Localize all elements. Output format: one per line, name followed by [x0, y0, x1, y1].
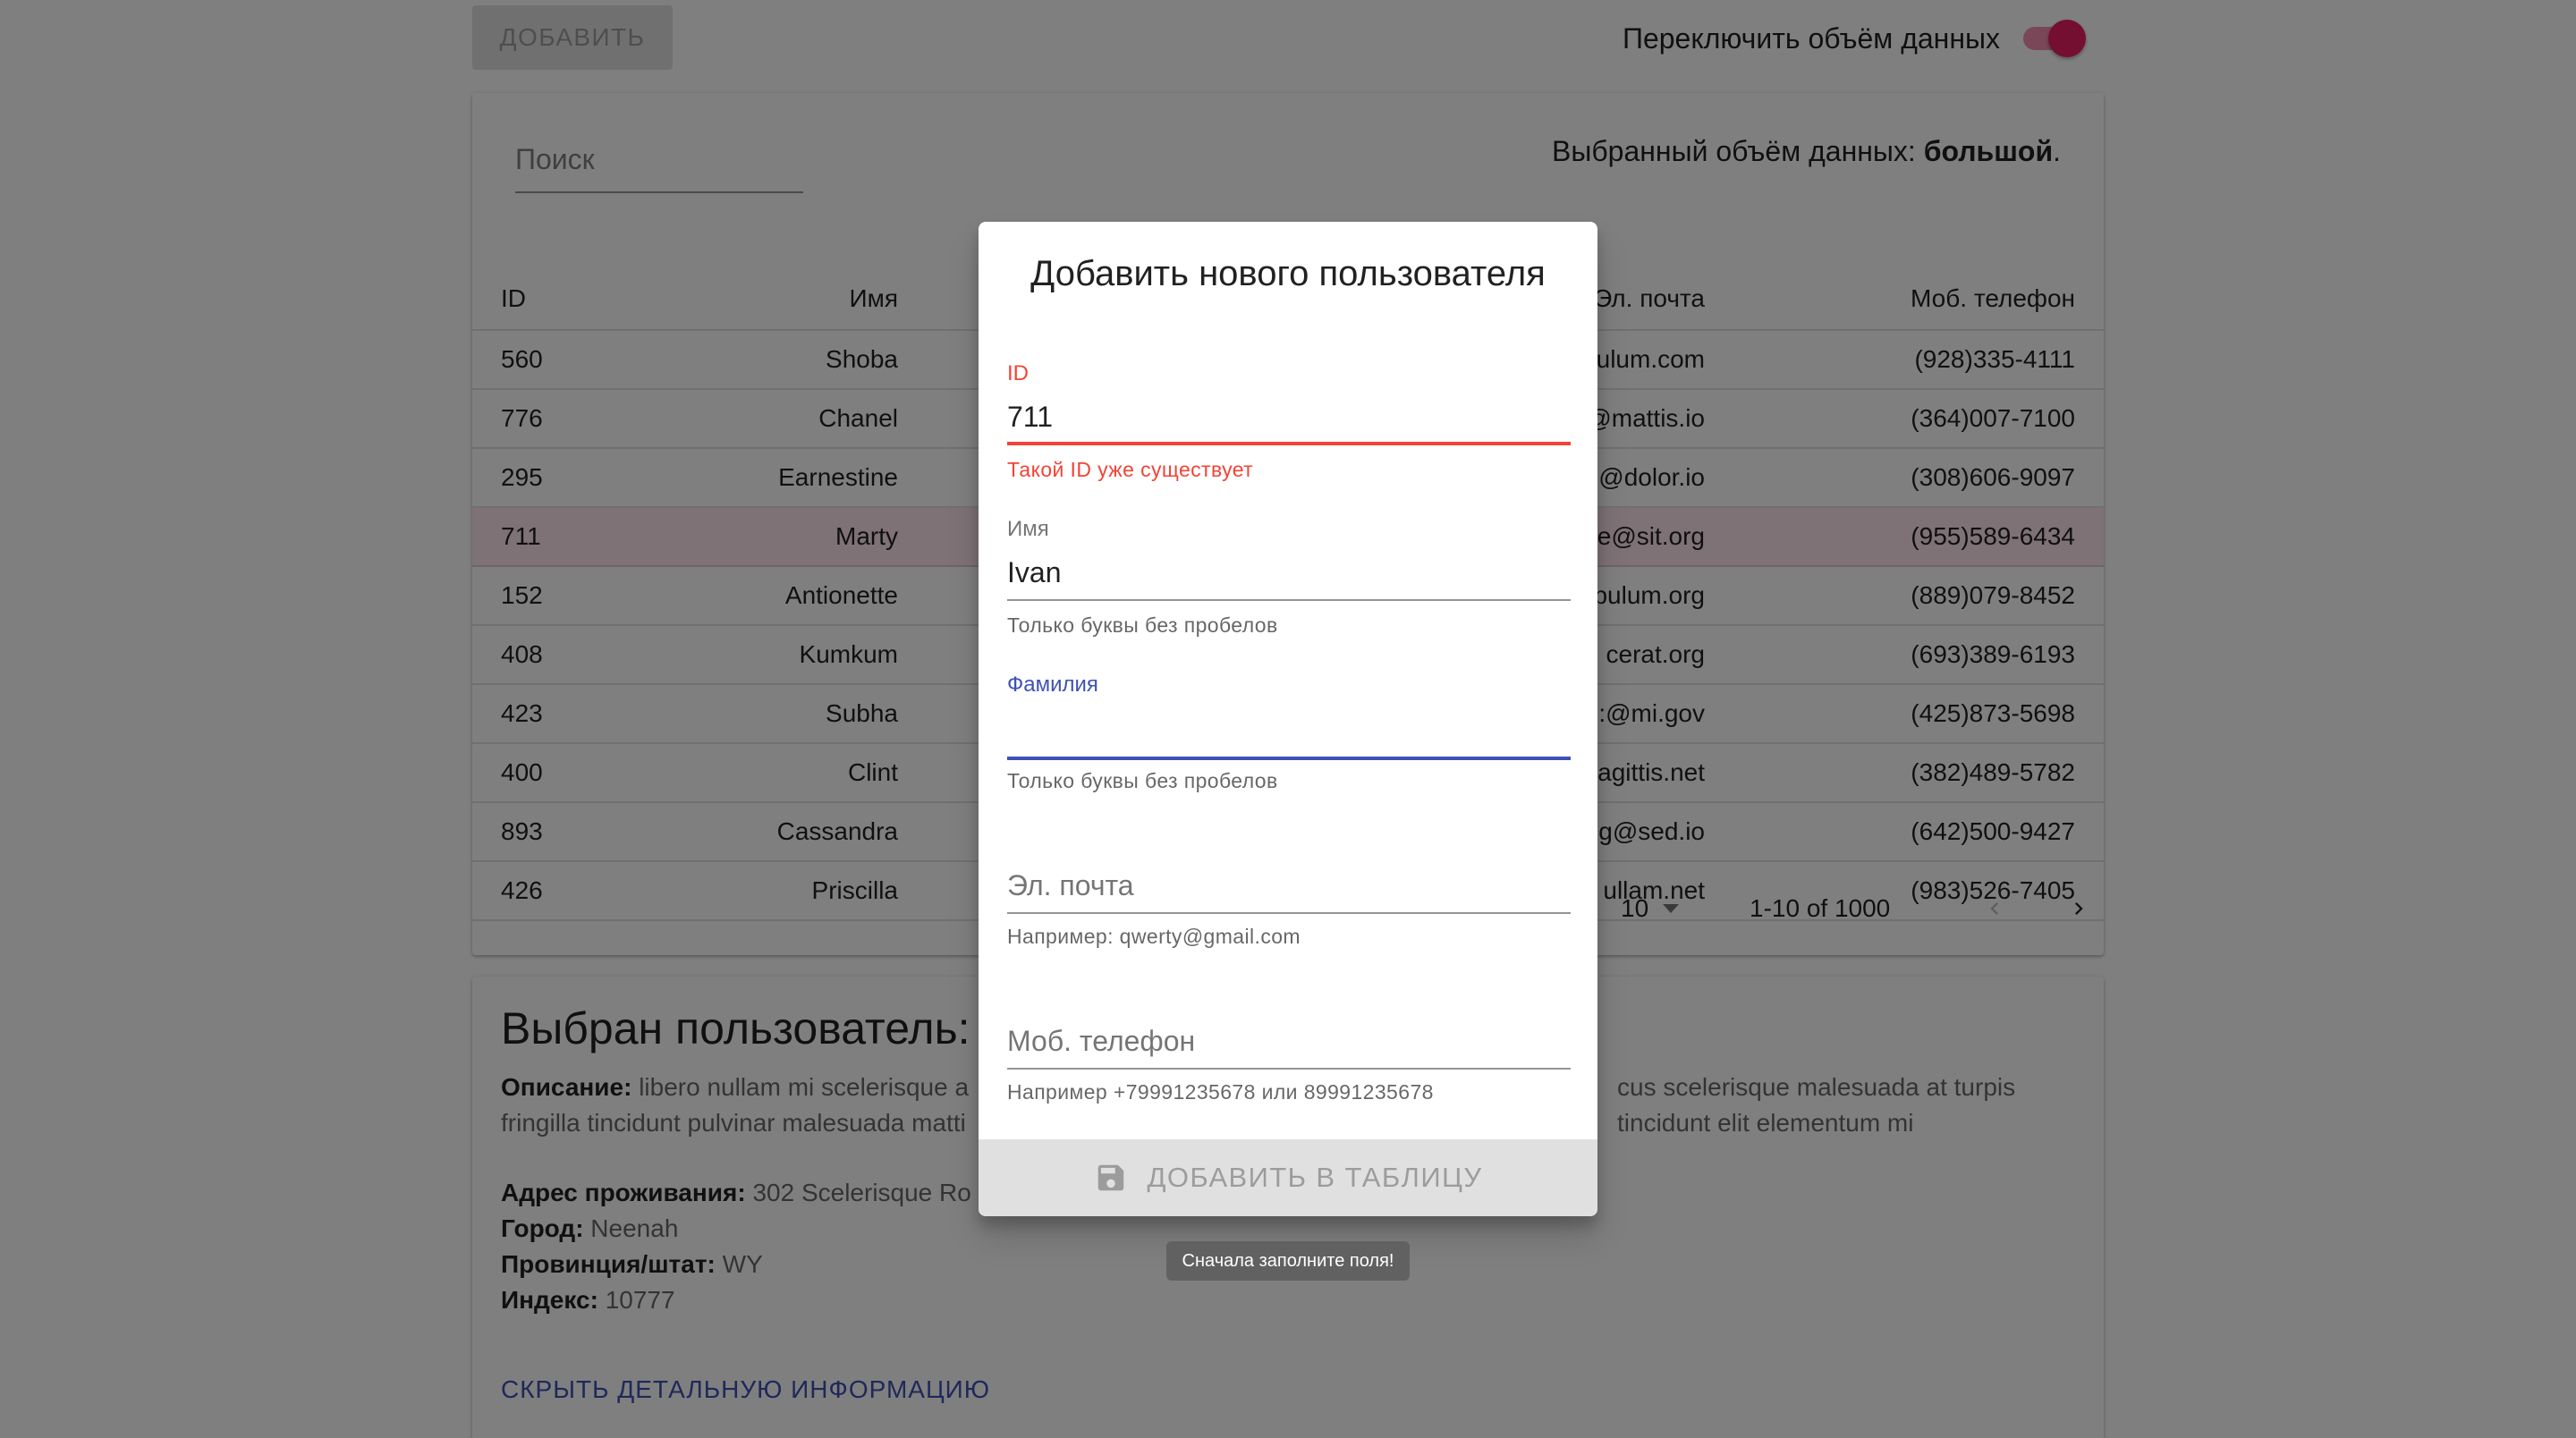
id-input[interactable]: 711	[1007, 401, 1053, 434]
dialog-title: Добавить нового пользователя	[1030, 254, 1546, 293]
id-label: ID	[1007, 361, 1029, 385]
id-field[interactable]: ID 711 Такой ID уже существует	[1007, 361, 1571, 495]
email-field[interactable]: Эл. почта Например: qwerty@gmail.com	[1007, 866, 1571, 964]
id-underline	[1007, 442, 1571, 445]
name-label: Имя	[1007, 517, 1049, 541]
name-helper-text: Только буквы без пробелов	[1007, 613, 1278, 637]
name-field[interactable]: Имя Ivan Только буквы без пробелов	[1007, 517, 1571, 651]
email-input[interactable]: Эл. почта	[1007, 869, 1134, 902]
save-icon	[1097, 1164, 1123, 1191]
id-error-text: Такой ID уже существует	[1007, 458, 1254, 481]
name-input[interactable]: Ivan	[1007, 556, 1061, 589]
fill-fields-tooltip: Сначала заполните поля!	[1166, 1241, 1410, 1281]
surname-label: Фамилия	[1007, 672, 1098, 697]
add-to-table-button[interactable]: ДОБАВИТЬ В ТАБЛИЦУ	[979, 1139, 1597, 1216]
add-user-dialog: Добавить нового пользователя ID 711 Тако…	[979, 222, 1597, 1216]
surname-field[interactable]: Фамилия Только буквы без пробелов	[1007, 672, 1571, 807]
phone-helper-text: Например +79991235678 или 89991235678	[1007, 1080, 1434, 1104]
phone-underline	[1007, 1068, 1571, 1070]
email-helper-text: Например: qwerty@gmail.com	[1007, 925, 1301, 948]
add-to-table-label: ДОБАВИТЬ В ТАБЛИЦУ	[1147, 1162, 1483, 1193]
phone-field[interactable]: Моб. телефон Например +79991235678 или 8…	[1007, 1021, 1571, 1120]
name-underline	[1007, 599, 1571, 601]
email-underline	[1007, 912, 1571, 914]
surname-underline	[1007, 757, 1571, 760]
phone-input[interactable]: Моб. телефон	[1007, 1025, 1195, 1058]
surname-helper-text: Только буквы без пробелов	[1007, 769, 1278, 792]
